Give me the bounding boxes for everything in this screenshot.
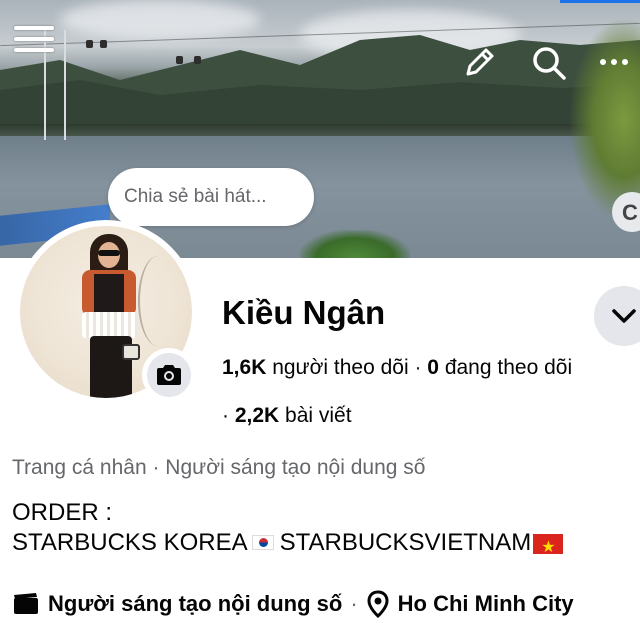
note-bubble[interactable]: Chia sẻ bài hát... <box>108 168 314 226</box>
creator-label: Người sáng tạo nội dung số <box>48 591 343 616</box>
posts-count: 2,2K <box>234 404 280 427</box>
pencil-icon[interactable] <box>462 44 498 80</box>
profile-name: Kiều Ngân <box>222 294 386 331</box>
chevron-down-icon <box>612 309 636 323</box>
hamburger-menu-icon[interactable] <box>14 26 54 62</box>
following-label: đang theo dõi <box>444 356 573 379</box>
following-count[interactable]: 0 <box>427 356 439 379</box>
korea-flag-icon <box>251 535 274 551</box>
bush <box>300 230 410 258</box>
posts-stats[interactable]: · 2,2K bài viết <box>222 404 352 428</box>
top-accent-bar <box>560 0 640 3</box>
posts-label: bài viết <box>285 404 352 427</box>
bio-line-2: STARBUCKS KOREA STARBUCKSVIETNAM <box>12 528 564 563</box>
willow-tree <box>570 20 640 220</box>
gondola <box>194 56 201 64</box>
bio-starbucks-korea: STARBUCKS KOREA <box>12 529 248 556</box>
profile-category: Trang cá nhân · Người sáng tạo nội dung … <box>12 456 426 479</box>
location-label[interactable]: Ho Chi Minh City <box>398 591 574 617</box>
gondola <box>176 56 183 64</box>
bio-line-1: ORDER : <box>12 499 113 526</box>
location-pin-icon <box>367 590 389 618</box>
avatar-camera-button[interactable] <box>142 348 196 402</box>
camera-icon <box>157 365 181 385</box>
profile-bio: ORDER : STARBUCKS KOREA STARBUCKSVIETNAM <box>12 498 564 563</box>
followers-label: người theo dõi <box>272 356 409 379</box>
followers-count[interactable]: 1,6K <box>222 356 266 379</box>
profile-options-button[interactable] <box>594 286 640 346</box>
profile-info-row: Người sáng tạo nội dung số · Ho Chi Minh… <box>12 590 574 618</box>
more-dots-icon[interactable] <box>600 52 640 72</box>
gondola <box>86 40 93 48</box>
clapperboard-icon <box>14 593 38 614</box>
bio-starbucks-vietnam: STARBUCKSVIETNAM <box>279 529 532 556</box>
gondola <box>100 40 107 48</box>
cover-photo[interactable] <box>0 0 640 258</box>
search-icon[interactable] <box>530 44 568 82</box>
vietnam-flag-icon <box>533 533 564 563</box>
note-placeholder: Chia sẻ bài hát... <box>124 186 267 207</box>
follow-stats[interactable]: 1,6K người theo dõi · 0 đang theo dõi <box>222 356 572 380</box>
